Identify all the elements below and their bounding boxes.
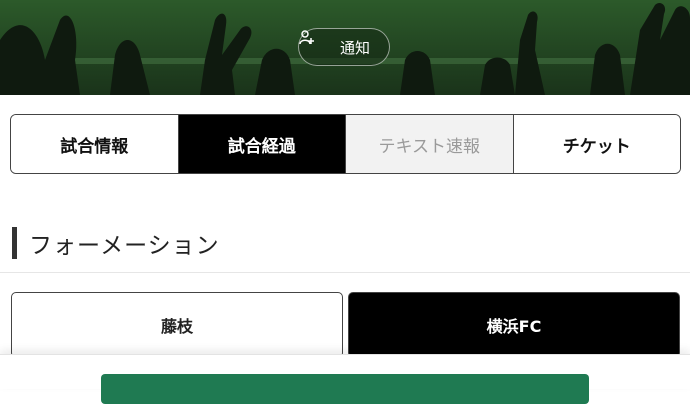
bottom-cta-button[interactable] xyxy=(101,374,589,404)
tab-tickets[interactable]: チケット xyxy=(513,115,680,173)
tab-text-updates[interactable]: テキスト速報 xyxy=(346,115,514,173)
section-heading: フォーメーション xyxy=(12,226,220,260)
person-plus-icon xyxy=(299,30,334,55)
team-toggle-home[interactable]: 藤枝 xyxy=(11,292,343,358)
match-tabs: 試合情報 試合経過 テキスト速報 チケット xyxy=(10,114,681,174)
team-toggle-away[interactable]: 横浜FC xyxy=(348,292,680,358)
tab-match-info[interactable]: 試合情報 xyxy=(11,115,179,173)
notify-label: 通知 xyxy=(339,38,370,57)
tab-match-progress[interactable]: 試合経過 xyxy=(178,115,346,173)
section-divider xyxy=(0,272,690,273)
section-title-text: フォーメーション xyxy=(29,233,220,259)
hero-banner: 通知 xyxy=(0,0,690,95)
notify-button[interactable]: 通知 xyxy=(298,28,390,66)
heading-accent-bar xyxy=(12,227,17,259)
